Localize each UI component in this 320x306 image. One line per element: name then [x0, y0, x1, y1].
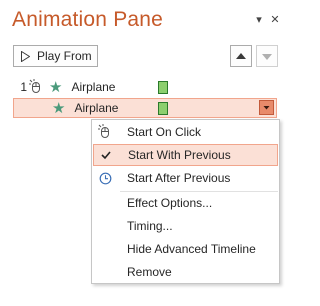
move-down-button[interactable]: [256, 45, 278, 67]
clock-icon: [93, 168, 117, 188]
mouse-click-icon: [29, 79, 43, 95]
menu-item-start-with-previous[interactable]: Start With Previous: [93, 144, 278, 166]
menu-item-label: Effect Options...: [127, 196, 213, 210]
menu-item-label: Timing...: [127, 219, 173, 233]
chevron-down-icon: [263, 106, 270, 110]
menu-item-label: Hide Advanced Timeline: [127, 242, 256, 256]
star-icon: ★: [49, 78, 63, 96]
pane-title: Animation Pane: [12, 8, 164, 31]
triangle-down-icon: [262, 54, 272, 60]
close-icon: ✕: [270, 14, 280, 26]
menu-item-effect-options[interactable]: Effect Options...: [93, 192, 278, 214]
play-from-label: Play From: [37, 49, 92, 63]
triangle-up-icon: [236, 53, 246, 59]
animation-list-item[interactable]: 1 ★ Airplane: [13, 77, 277, 97]
menu-item-timing[interactable]: Timing...: [93, 215, 278, 237]
play-from-button[interactable]: Play From: [13, 45, 98, 67]
play-icon: [21, 50, 31, 62]
menu-item-label: Start With Previous: [128, 148, 231, 162]
animation-list-item-selected[interactable]: ★ Airplane: [13, 98, 277, 118]
item-dropdown-button[interactable]: [259, 100, 274, 115]
menu-item-label: Start After Previous: [127, 171, 231, 185]
menu-item-start-after-previous[interactable]: Start After Previous: [93, 167, 278, 189]
menu-item-hide-advanced-timeline[interactable]: Hide Advanced Timeline: [93, 238, 278, 260]
checkmark-icon: [94, 145, 118, 165]
animation-name: Airplane: [71, 80, 116, 94]
menu-item-start-on-click[interactable]: Start On Click: [93, 121, 278, 143]
animation-name: Airplane: [74, 101, 119, 115]
menu-item-label: Start On Click: [127, 125, 202, 139]
menu-item-label: Remove: [127, 265, 172, 279]
pane-close-button[interactable]: ✕: [268, 13, 282, 27]
animation-order-number: 1: [20, 80, 27, 94]
mouse-click-icon: [93, 122, 117, 142]
timeline-bar: [158, 81, 168, 94]
pane-options-dropdown[interactable]: ▾: [252, 13, 266, 27]
chevron-down-icon: ▾: [256, 14, 262, 26]
menu-item-remove[interactable]: Remove: [93, 261, 278, 283]
context-menu: Start On Click Start With Previous Start…: [91, 119, 280, 284]
move-up-button[interactable]: [230, 45, 252, 67]
timeline-bar: [158, 102, 168, 115]
star-icon: ★: [52, 99, 66, 117]
